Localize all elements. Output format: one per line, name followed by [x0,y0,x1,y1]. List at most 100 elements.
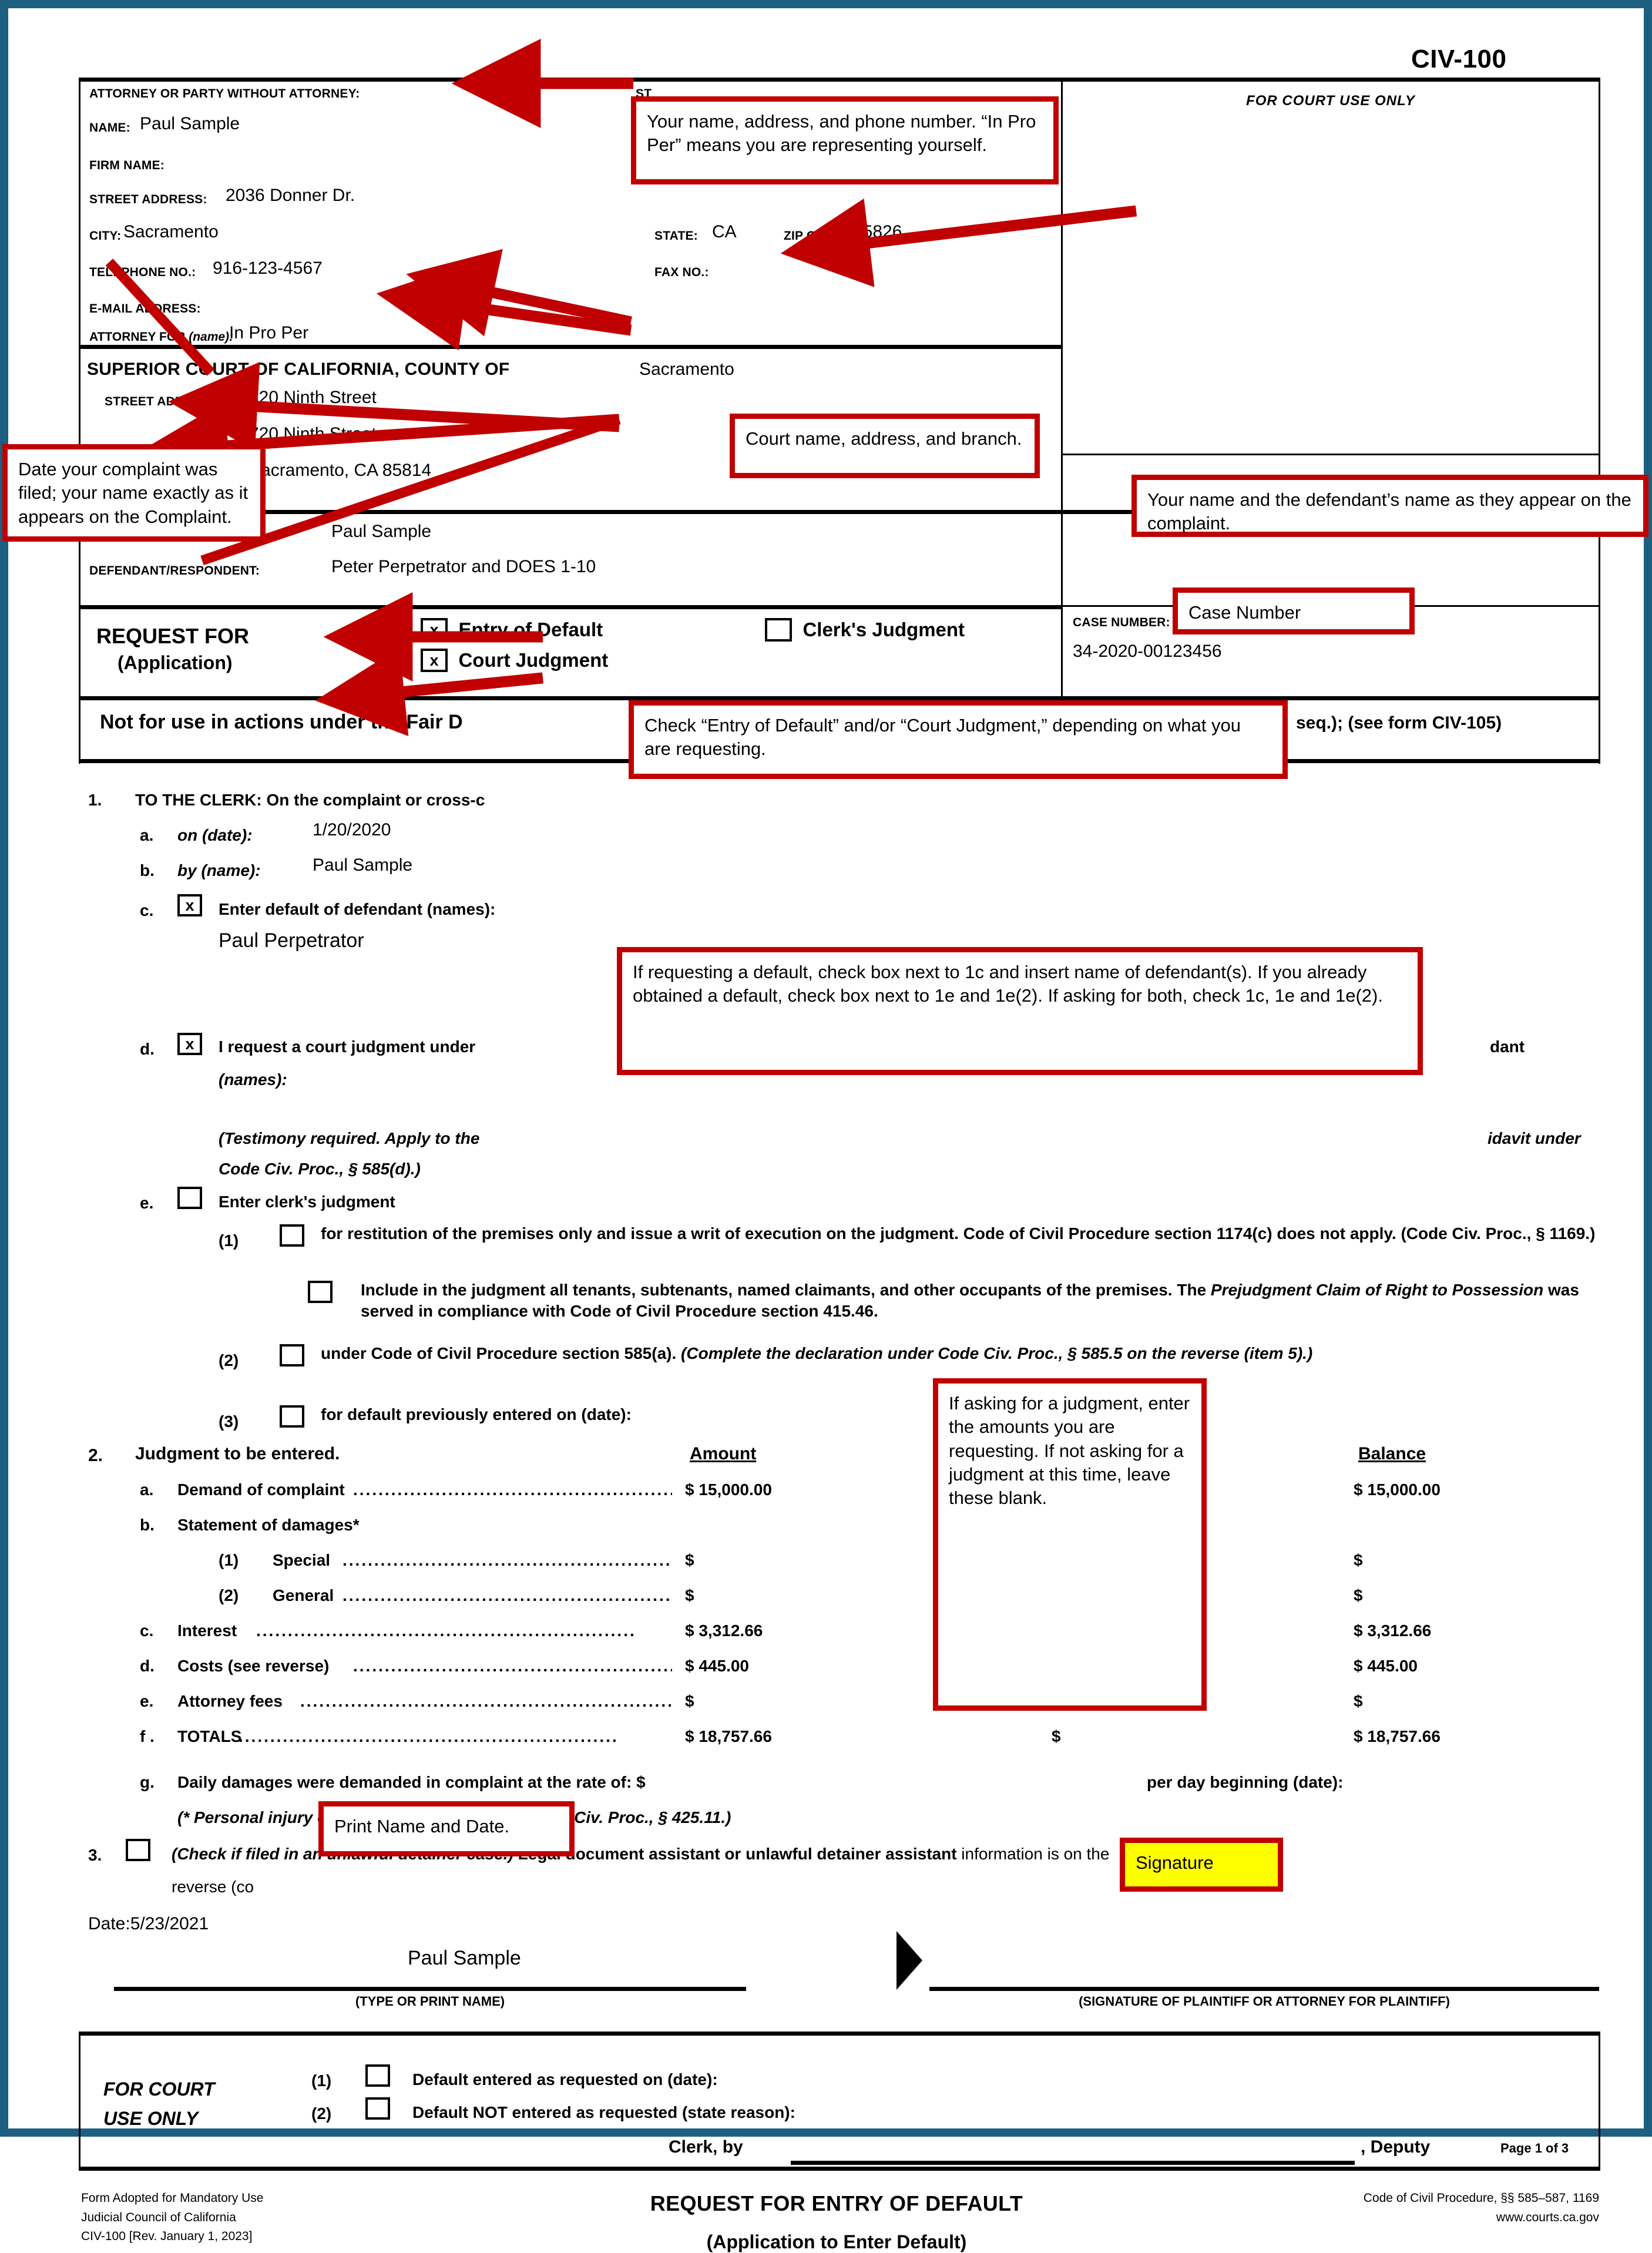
item2-row-letter: f . [140,1727,155,1745]
item2-row-balance[interactable]: $ [1354,1691,1363,1712]
signature-date-label: Date: [88,1914,130,1933]
notice-text-left: Not for use in actions under the Fair D [100,711,463,733]
attorney-for-label: ATTORNEY FOR (name): [89,330,233,344]
court-mailing-value[interactable]: 720 Ninth Street [249,424,377,444]
court-street-value[interactable]: 720 Ninth Street [249,388,377,408]
request-for-title: REQUEST FOR [96,624,250,648]
state-label: STATE: [654,229,698,243]
anno-case-number: Case Number [1173,587,1415,634]
item2-row-letter: (2) [219,1586,239,1604]
item2-number: 2. [88,1446,103,1465]
item2-row-credits[interactable]: $ [1052,1726,1061,1747]
item2-row-amount[interactable]: $ 18,757.66 [685,1726,772,1747]
item2-row-balance[interactable]: $ 18,757.66 [1354,1726,1441,1747]
item2-row-leader: ........................................… [343,1586,672,1604]
item2-row-amount[interactable]: $ [685,1550,694,1571]
item2-row-balance[interactable]: $ 3,312.66 [1354,1620,1431,1641]
item1e2-text-a: under Code of Civil Procedure section 58… [321,1344,681,1362]
item2-row-label: Demand of complaint [177,1480,345,1499]
attorney-for-value[interactable]: In Pro Per [229,323,308,343]
court-judgment-checkbox[interactable]: x [421,649,448,672]
item1d-note-start: (Testimony required. Apply to the [219,1129,480,1147]
defendant-value[interactable]: Peter Perpetrator and DOES 1-10 [331,557,596,577]
item1e3-checkbox[interactable] [280,1405,304,1428]
footer-left: Form Adopted for Mandatory Use Judicial … [81,2189,263,2247]
telephone-value[interactable]: 916-123-4567 [213,258,323,278]
item2-row-amount[interactable]: $ [685,1691,694,1712]
item2-title: Judgment to be entered. [135,1444,340,1463]
item1a-value[interactable]: 1/20/2020 [313,820,391,840]
email-label: E-MAIL ADDRESS: [89,302,201,315]
item2-row-amount[interactable]: $ 445.00 [685,1656,749,1677]
caption-mid-rule [1061,78,1063,605]
item2-row-balance[interactable]: $ 15,000.00 [1354,1479,1441,1500]
item1c-value[interactable]: Paul Perpetrator [219,929,364,952]
civ-100-form: CIV-100 ATTORNEY OR PARTY WITHOUT ATTORN… [79,45,1600,2252]
item2-row-letter: a. [140,1480,154,1499]
item1e2-checkbox[interactable] [280,1344,304,1366]
item1e1b-checkbox[interactable] [308,1281,333,1303]
form-number: CIV-100 [1411,45,1507,73]
item1e3-text: for default previously entered on (date)… [321,1405,632,1423]
city-value[interactable]: Sacramento [123,222,219,242]
item2-row-amount[interactable]: $ 3,312.66 [685,1620,763,1641]
court-use-box-bottom-rule [1061,454,1600,455]
item2-row-amount[interactable]: $ 15,000.00 [685,1479,772,1500]
signature-print-name[interactable]: Paul Sample [408,1947,521,1970]
item2-row-balance[interactable]: $ 445.00 [1354,1656,1418,1677]
item1d-names-label: (names): [219,1070,287,1089]
clerks-judgment-checkbox[interactable] [765,618,792,642]
entry-of-default-checkbox[interactable]: x [421,618,448,642]
zip-value[interactable]: 95826 [853,222,902,242]
deputy-label: , Deputy [1361,2137,1431,2157]
attorney-name-value[interactable]: Paul Sample [140,114,240,134]
item2-row-letter: (1) [219,1551,239,1569]
attorney-name-label: NAME: [89,121,130,135]
item1b-value[interactable]: Paul Sample [313,855,412,875]
anno-attorney-info: Your name, address, and phone number. “I… [631,96,1059,184]
request-for-subtitle: (Application) [117,652,233,673]
court-street-label: STREET ADDRESS: [105,395,223,408]
plaintiff-value[interactable]: Paul Sample [331,522,431,542]
item2g-text-b: per day beginning (date): [1147,1772,1343,1793]
footer-right-line1: Code of Civil Procedure, §§ 585–587, 116… [1363,2191,1599,2205]
state-value[interactable]: CA [712,222,737,242]
item2-row-letter: c. [140,1621,154,1640]
item2-row-leader: ........................................… [353,1480,672,1499]
court-footer-row1-checkbox[interactable] [365,2064,390,2087]
item2-row-label: Interest [177,1621,237,1640]
item2g-letter: g. [140,1773,155,1791]
anno-checkboxes: Check “Entry of Default” and/or “Court J… [629,700,1288,779]
signature-date-value[interactable]: 5/23/2021 [130,1914,209,1933]
item1e2-number: (2) [219,1351,239,1369]
item2-row-label: Special [273,1551,331,1569]
item3-checkbox[interactable] [126,1839,150,1861]
case-number-value[interactable]: 34-2020-00123456 [1073,642,1222,662]
item1a-letter: a. [140,826,154,844]
item2-row-balance[interactable]: $ [1354,1585,1363,1606]
court-footer-left-rule [79,2032,80,2168]
entry-of-default-row[interactable]: x Entry of Default [421,618,603,642]
footer-right: Code of Civil Procedure, §§ 585–587, 116… [1171,2189,1599,2227]
item1b-letter: b. [140,861,155,879]
item1e1-checkbox[interactable] [280,1224,304,1247]
item1c-checkbox[interactable]: x [177,894,202,916]
signature-pointer-icon [896,1931,922,1990]
item1e1-text: for restitution of the premises only and… [321,1224,1596,1243]
item2-row-balance[interactable]: $ [1354,1550,1363,1571]
court-footer-row2-checkbox[interactable] [365,2097,390,2120]
court-footer-row2-text: Default NOT entered as requested (state … [412,2103,795,2121]
court-county-value[interactable]: Sacramento [639,360,734,380]
street-address-value[interactable]: 2036 Donner Dr. [226,186,355,206]
item1e2-text-ital: (Complete the declaration under Code Civ… [681,1344,1313,1362]
court-city-zip-value[interactable]: Sacramento, CA 85814 [249,461,431,481]
clerks-judgment-row[interactable]: Clerk's Judgment [765,618,965,642]
item2-row-amount[interactable]: $ [685,1585,694,1606]
court-judgment-row[interactable]: x Court Judgment [421,649,608,672]
item2-row-letter: d. [140,1657,155,1675]
item2-row-letter: b. [140,1516,155,1534]
item1d-checkbox[interactable]: x [177,1033,202,1055]
court-footer-title-2: USE ONLY [103,2108,199,2129]
item1e-checkbox[interactable] [177,1187,202,1209]
clerk-by-label: Clerk, by [669,2137,743,2157]
